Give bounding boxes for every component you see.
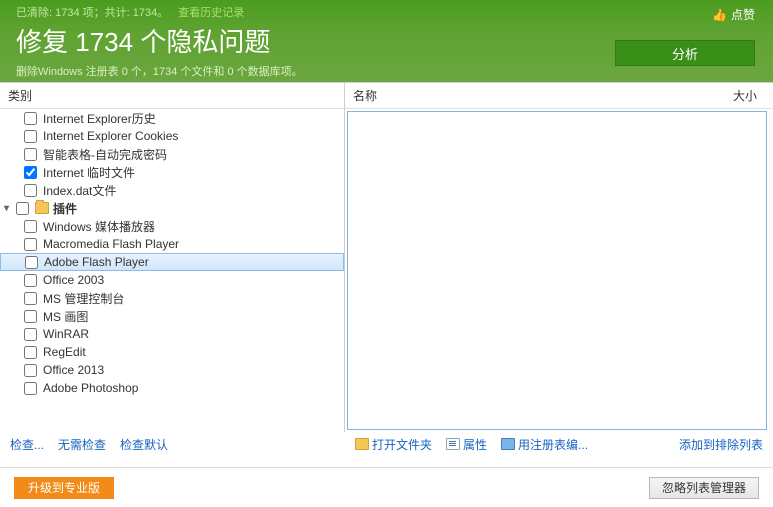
regedit-link[interactable]: 用注册表编... bbox=[501, 436, 588, 453]
folder-icon bbox=[35, 202, 49, 214]
no-check-link[interactable]: 无需检查 bbox=[58, 436, 106, 453]
item-label: Internet Explorer历史 bbox=[43, 110, 156, 127]
details-panel: 名称 大小 bbox=[345, 83, 773, 432]
item-checkbox[interactable] bbox=[24, 328, 37, 341]
folder-icon bbox=[355, 438, 369, 450]
details-list[interactable] bbox=[347, 111, 767, 430]
item-label: 智能表格-自动完成密码 bbox=[43, 146, 167, 163]
check-default-link[interactable]: 检查默认 bbox=[120, 436, 168, 453]
header-banner: 已清除: 1734 项；共计: 1734。 查看历史记录 修复 1734 个隐私… bbox=[0, 0, 773, 82]
thumb-up-icon: 👍 bbox=[712, 8, 727, 22]
item-label: Adobe Flash Player bbox=[44, 255, 149, 269]
properties-link[interactable]: 属性 bbox=[446, 436, 487, 453]
item-label: Macromedia Flash Player bbox=[43, 237, 179, 251]
group-checkbox[interactable] bbox=[16, 202, 29, 215]
item-checkbox[interactable] bbox=[24, 220, 37, 233]
item-checkbox[interactable] bbox=[24, 274, 37, 287]
open-folder-link[interactable]: 打开文件夹 bbox=[355, 436, 432, 453]
tree-group-plugins[interactable]: ▾ 插件 bbox=[0, 199, 344, 217]
tree-item[interactable]: MS 画图 bbox=[0, 307, 344, 325]
tree-item[interactable]: Adobe Flash Player bbox=[0, 253, 344, 271]
like-button[interactable]: 👍 点赞 bbox=[712, 6, 755, 23]
size-column-header[interactable]: 大小 bbox=[713, 87, 773, 104]
tree-item[interactable]: MS 管理控制台 bbox=[0, 289, 344, 307]
add-exclude-link[interactable]: 添加到排除列表 bbox=[679, 436, 763, 453]
item-checkbox[interactable] bbox=[24, 184, 37, 197]
item-checkbox[interactable] bbox=[24, 346, 37, 359]
tree-item[interactable]: Office 2013 bbox=[0, 361, 344, 379]
item-label: Adobe Photoshop bbox=[43, 381, 138, 395]
tree-item[interactable]: Windows 媒体播放器 bbox=[0, 217, 344, 235]
item-label: Windows 媒体播放器 bbox=[43, 218, 155, 235]
open-folder-label: 打开文件夹 bbox=[372, 436, 432, 453]
category-column-header[interactable]: 类别 bbox=[0, 87, 344, 104]
category-panel: 类别 Internet Explorer历史 Internet Explorer … bbox=[0, 83, 345, 432]
item-checkbox[interactable] bbox=[24, 112, 37, 125]
item-checkbox[interactable] bbox=[24, 148, 37, 161]
item-label: MS 画图 bbox=[43, 308, 88, 325]
properties-icon bbox=[446, 438, 460, 450]
collapse-icon[interactable]: ▾ bbox=[4, 203, 14, 214]
cleaned-status-text: 已清除: 1734 项；共计: 1734。 bbox=[16, 4, 168, 20]
title-count: 1734 bbox=[75, 27, 133, 57]
item-label: Office 2003 bbox=[43, 273, 104, 287]
like-label: 点赞 bbox=[731, 8, 755, 22]
left-action-links: 检查... 无需检查 检查默认 bbox=[0, 436, 345, 453]
header-status-row: 已清除: 1734 项；共计: 1734。 查看历史记录 bbox=[16, 4, 757, 20]
category-tree[interactable]: Internet Explorer历史 Internet Explorer Coo… bbox=[0, 109, 344, 432]
item-checkbox[interactable] bbox=[24, 382, 37, 395]
tree-item[interactable]: Office 2003 bbox=[0, 271, 344, 289]
name-column-header[interactable]: 名称 bbox=[345, 87, 713, 104]
item-label: RegEdit bbox=[43, 345, 86, 359]
tree-item[interactable]: 智能表格-自动完成密码 bbox=[0, 145, 344, 163]
group-label: 插件 bbox=[53, 200, 77, 217]
details-header-row: 名称 大小 bbox=[345, 83, 773, 109]
category-header-row: 类别 bbox=[0, 83, 344, 109]
item-checkbox[interactable] bbox=[24, 310, 37, 323]
history-link[interactable]: 查看历史记录 bbox=[178, 4, 244, 20]
item-label: Office 2013 bbox=[43, 363, 104, 377]
title-prefix: 修复 bbox=[16, 27, 68, 57]
item-checkbox[interactable] bbox=[24, 364, 37, 377]
tree-item[interactable]: Index.dat文件 bbox=[0, 181, 344, 199]
item-label: Index.dat文件 bbox=[43, 182, 116, 199]
item-label: Internet 临时文件 bbox=[43, 164, 135, 181]
tree-item[interactable]: Internet Explorer历史 bbox=[0, 109, 344, 127]
main-area: 类别 Internet Explorer历史 Internet Explorer … bbox=[0, 82, 773, 432]
tree-item[interactable]: RegEdit bbox=[0, 343, 344, 361]
item-label: Internet Explorer Cookies bbox=[43, 129, 178, 143]
tree-item[interactable]: WinRAR bbox=[0, 325, 344, 343]
footer-bar: 升级到专业版 忽略列表管理器 bbox=[0, 467, 773, 507]
regedit-label: 用注册表编... bbox=[518, 436, 588, 453]
item-checkbox[interactable] bbox=[24, 130, 37, 143]
ignore-list-manager-button[interactable]: 忽略列表管理器 bbox=[649, 477, 759, 499]
item-checkbox[interactable] bbox=[24, 292, 37, 305]
right-action-links: 打开文件夹 属性 用注册表编... 添加到排除列表 bbox=[345, 436, 773, 453]
title-suffix: 个隐私问题 bbox=[140, 27, 270, 57]
upgrade-button[interactable]: 升级到专业版 bbox=[14, 477, 114, 499]
item-checkbox[interactable] bbox=[24, 166, 37, 179]
properties-label: 属性 bbox=[463, 436, 487, 453]
tree-item[interactable]: Internet Explorer Cookies bbox=[0, 127, 344, 145]
registry-icon bbox=[501, 438, 515, 450]
tree-item[interactable]: Adobe Photoshop bbox=[0, 379, 344, 397]
check-link[interactable]: 检查... bbox=[10, 436, 44, 453]
action-links-row: 检查... 无需检查 检查默认 打开文件夹 属性 用注册表编... 添加到排除列… bbox=[0, 432, 773, 456]
item-label: MS 管理控制台 bbox=[43, 290, 124, 307]
item-checkbox[interactable] bbox=[25, 256, 38, 269]
analyze-button[interactable]: 分析 bbox=[615, 40, 755, 66]
tree-item[interactable]: Internet 临时文件 bbox=[0, 163, 344, 181]
item-label: WinRAR bbox=[43, 327, 89, 341]
item-checkbox[interactable] bbox=[24, 238, 37, 251]
tree-item[interactable]: Macromedia Flash Player bbox=[0, 235, 344, 253]
